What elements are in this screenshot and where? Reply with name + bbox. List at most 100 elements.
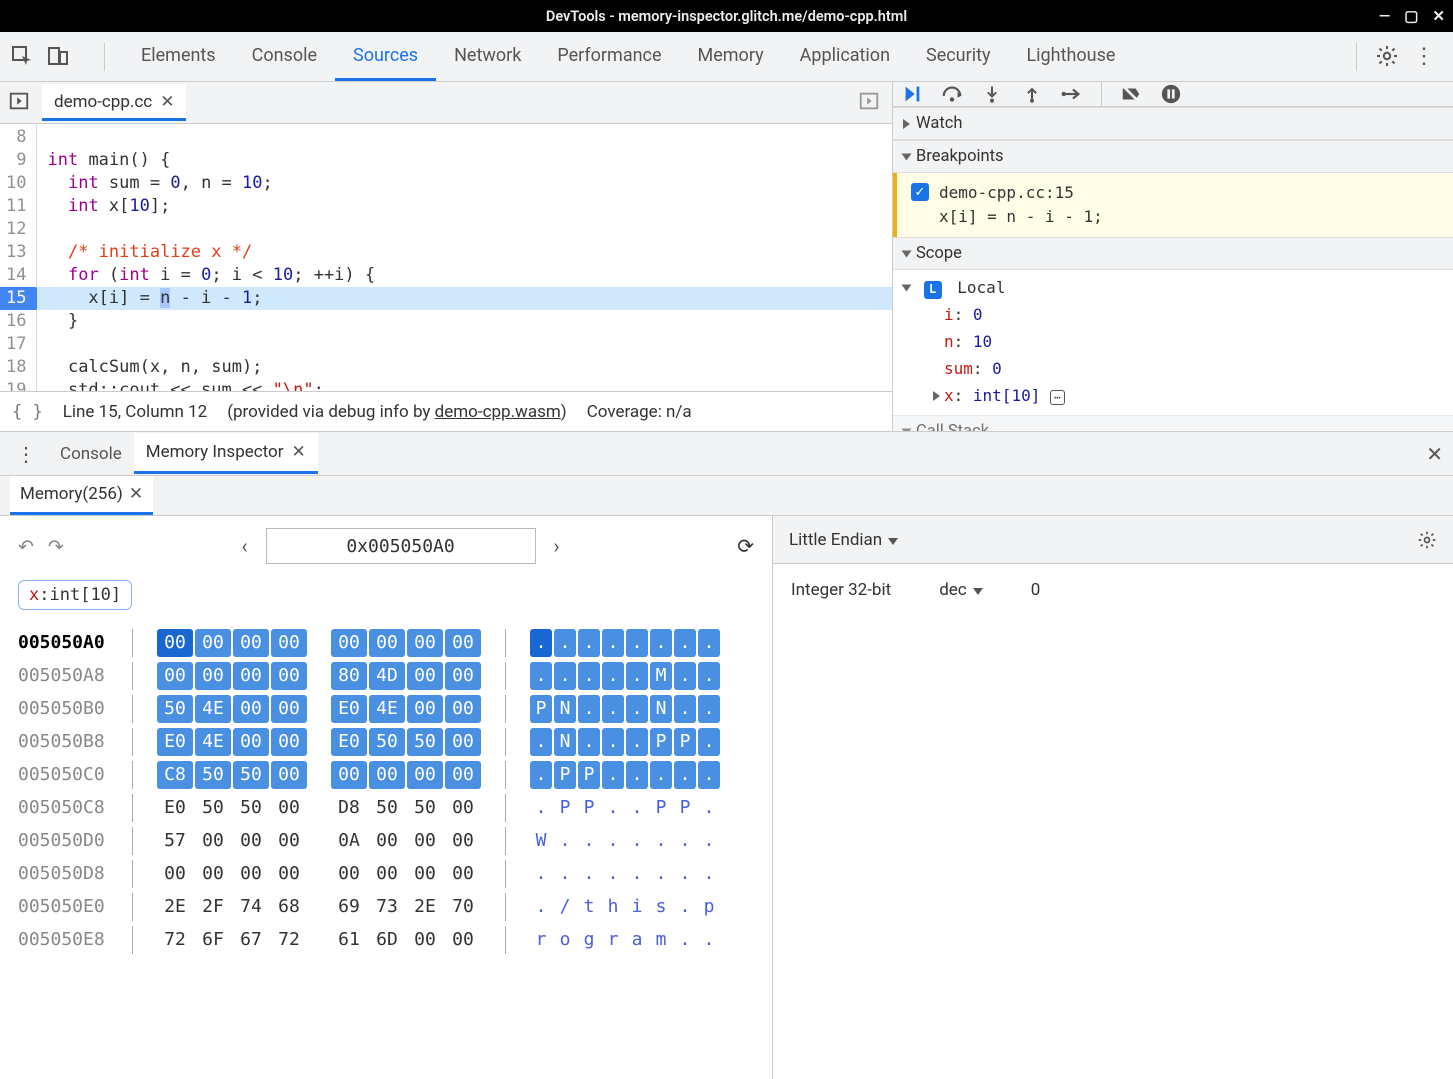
memory-ascii-cell[interactable]: P	[650, 794, 672, 822]
scope-local-row[interactable]: L Local	[903, 274, 1443, 301]
memory-byte[interactable]: E0	[157, 728, 193, 756]
memory-byte[interactable]: 00	[369, 827, 405, 855]
memory-byte[interactable]: 50	[195, 794, 231, 822]
memory-ascii-cell[interactable]: .	[602, 695, 624, 723]
memory-ascii-cell[interactable]: .	[578, 662, 600, 690]
drawer-tab-console[interactable]: Console	[48, 433, 134, 474]
breakpoints-section-header[interactable]: Breakpoints	[893, 140, 1453, 173]
step-out-icon[interactable]	[1021, 83, 1043, 105]
step-into-icon[interactable]	[981, 83, 1003, 105]
memory-byte[interactable]: 4D	[369, 662, 405, 690]
code-line[interactable]: for (int i = 0; i < 10; ++i) {	[37, 264, 892, 287]
memory-ascii-cell[interactable]: i	[626, 893, 648, 921]
code-line[interactable]: std::cout << sum << "\n";	[37, 379, 892, 391]
memory-byte[interactable]: 00	[407, 662, 443, 690]
navigator-toggle-icon[interactable]	[8, 90, 34, 116]
memory-byte[interactable]: 00	[157, 629, 193, 657]
memory-byte[interactable]: D8	[331, 794, 367, 822]
highlighted-variable-pill[interactable]: x: int[10]	[18, 580, 132, 610]
memory-ascii-cell[interactable]: P	[554, 794, 576, 822]
code-line[interactable]: x[i] = n - i - 1;	[37, 287, 892, 310]
window-maximize-icon[interactable]: ▢	[1404, 7, 1418, 25]
memory-byte[interactable]: 00	[407, 761, 443, 789]
memory-ascii-cell[interactable]: a	[626, 926, 648, 954]
memory-ascii-cell[interactable]: .	[602, 629, 624, 657]
memory-ascii-cell[interactable]: .	[650, 629, 672, 657]
memory-byte[interactable]: 6D	[369, 926, 405, 954]
memory-byte[interactable]: 2F	[195, 893, 231, 921]
memory-byte[interactable]: C8	[157, 761, 193, 789]
memory-ascii-cell[interactable]: s	[650, 893, 672, 921]
memory-ascii-cell[interactable]: .	[674, 860, 696, 888]
memory-ascii-cell[interactable]: .	[626, 728, 648, 756]
memory-ascii-cell[interactable]: .	[578, 728, 600, 756]
memory-byte[interactable]: 00	[271, 761, 307, 789]
memory-ascii-cell[interactable]: .	[674, 761, 696, 789]
scope-variable-row[interactable]: i: 0	[933, 301, 1443, 328]
watch-section-header[interactable]: Watch	[893, 107, 1453, 140]
memory-ascii-cell[interactable]: .	[626, 860, 648, 888]
step-over-icon[interactable]	[941, 83, 963, 105]
memory-ascii-cell[interactable]: W	[530, 827, 552, 855]
memory-byte[interactable]: 00	[331, 860, 367, 888]
memory-ascii-cell[interactable]: p	[698, 893, 720, 921]
scope-variable-row[interactable]: sum: 0	[933, 355, 1443, 382]
memory-byte[interactable]: 00	[233, 629, 269, 657]
code-line[interactable]	[37, 333, 892, 356]
memory-ascii-cell[interactable]: N	[650, 695, 672, 723]
memory-ascii-cell[interactable]: .	[698, 728, 720, 756]
memory-ascii-cell[interactable]: .	[578, 695, 600, 723]
memory-byte[interactable]: 00	[271, 695, 307, 723]
memory-ascii-cell[interactable]: .	[530, 794, 552, 822]
memory-byte[interactable]: 50	[369, 794, 405, 822]
memory-ascii-cell[interactable]: .	[626, 629, 648, 657]
close-file-icon[interactable]: ✕	[160, 92, 174, 112]
memory-ascii-cell[interactable]: .	[650, 827, 672, 855]
memory-byte[interactable]: 00	[369, 860, 405, 888]
memory-byte[interactable]: 50	[407, 728, 443, 756]
breakpoint-row[interactable]: ✓ demo-cpp.cc:15 x[i] = n - i - 1;	[893, 173, 1453, 237]
code-line[interactable]: calcSum(x, n, sum);	[37, 356, 892, 379]
memory-byte[interactable]: 00	[233, 728, 269, 756]
memory-ascii-cell[interactable]: P	[578, 794, 600, 822]
memory-ascii-cell[interactable]: g	[578, 926, 600, 954]
memory-ascii-cell[interactable]: P	[530, 695, 552, 723]
close-drawer-tab-icon[interactable]: ✕	[292, 442, 306, 462]
memory-ascii-cell[interactable]: /	[554, 893, 576, 921]
memory-ascii-cell[interactable]: .	[626, 761, 648, 789]
memory-ascii-cell[interactable]: .	[698, 629, 720, 657]
memory-byte[interactable]: 00	[445, 794, 481, 822]
memory-byte[interactable]: 00	[331, 629, 367, 657]
memory-ascii-cell[interactable]: .	[530, 629, 552, 657]
memory-ascii-cell[interactable]: N	[554, 695, 576, 723]
memory-byte[interactable]: 00	[407, 629, 443, 657]
pretty-print-icon[interactable]: { }	[12, 402, 43, 422]
memory-ascii-cell[interactable]: .	[602, 827, 624, 855]
memory-ascii-cell[interactable]: o	[554, 926, 576, 954]
nav-tab-application[interactable]: Application	[782, 33, 908, 81]
code-line[interactable]	[37, 126, 892, 149]
memory-byte[interactable]: 72	[271, 926, 307, 954]
memory-byte[interactable]: E0	[331, 695, 367, 723]
memory-ascii-cell[interactable]: .	[698, 794, 720, 822]
memory-ascii-cell[interactable]: .	[698, 695, 720, 723]
memory-byte[interactable]: 00	[271, 827, 307, 855]
nav-tab-elements[interactable]: Elements	[123, 33, 234, 81]
breakpoint-checkbox-icon[interactable]: ✓	[911, 183, 929, 201]
inspect-element-icon[interactable]	[10, 44, 36, 70]
memory-ascii-cell[interactable]: M	[650, 662, 672, 690]
memory-byte[interactable]: 74	[233, 893, 269, 921]
nav-tab-security[interactable]: Security	[908, 33, 1008, 81]
memory-byte[interactable]: 00	[157, 860, 193, 888]
drawer-menu-icon[interactable]: ⋮	[10, 442, 42, 466]
nav-tab-performance[interactable]: Performance	[539, 33, 679, 81]
memory-byte[interactable]: 80	[331, 662, 367, 690]
memory-byte[interactable]: 61	[331, 926, 367, 954]
memory-ascii-cell[interactable]: .	[530, 893, 552, 921]
memory-byte[interactable]: 00	[407, 926, 443, 954]
memory-ascii-cell[interactable]: .	[530, 860, 552, 888]
close-drawer-icon[interactable]: ✕	[1426, 442, 1443, 466]
memory-byte[interactable]: 00	[445, 761, 481, 789]
wasm-link[interactable]: demo-cpp.wasm	[435, 402, 561, 422]
memory-ascii-cell[interactable]: .	[674, 629, 696, 657]
